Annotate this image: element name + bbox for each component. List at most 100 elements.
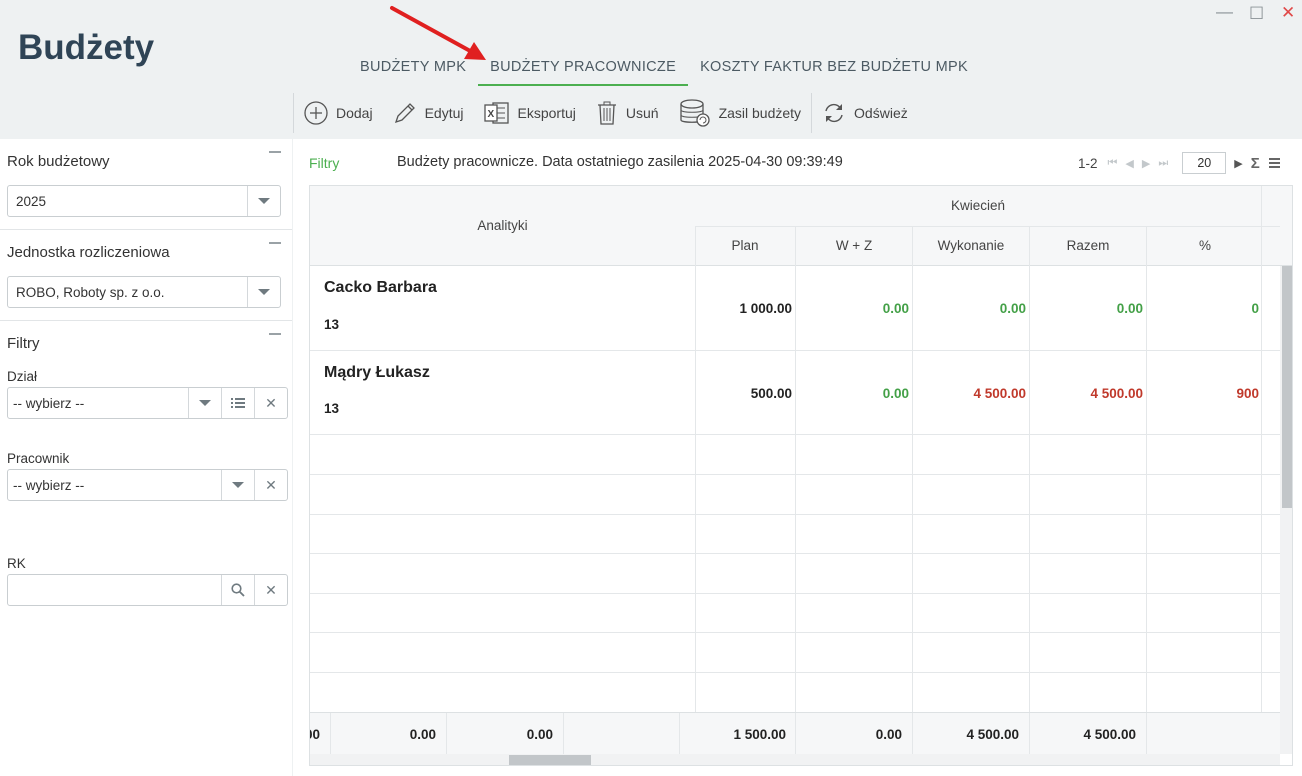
col-header-wz[interactable]: W + Z [796, 238, 912, 253]
dept-clear-button[interactable]: ✕ [254, 388, 287, 418]
col-header-plan[interactable]: Plan [695, 238, 795, 253]
collapse-unit-icon[interactable] [269, 242, 281, 244]
cell-plan: 1 000.00 [739, 301, 792, 316]
tab-koszty-faktur[interactable]: KOSZTY FAKTUR BEZ BUDŻETU MPK [688, 50, 980, 86]
horizontal-scrollbar[interactable] [310, 754, 1280, 765]
row-employee-name: Mądry Łukasz [324, 364, 430, 381]
table-row[interactable]: Cacko Barbara 13 1 000.00 0.00 0.00 0.00… [310, 266, 1280, 351]
sum-exec: 4 500.00 [966, 727, 1019, 742]
employee-select[interactable]: -- wybierz -- ✕ [7, 469, 288, 501]
col-line [563, 713, 564, 755]
rk-clear-button[interactable]: ✕ [254, 575, 287, 605]
empty-row-line [310, 474, 1280, 475]
filter-panel: Rok budżetowy 2025 Jednostka rozliczenio… [0, 139, 292, 776]
feed-budgets-button[interactable]: Zasil budżety [669, 93, 811, 133]
year-select[interactable]: 2025 [7, 185, 281, 217]
filters-link[interactable]: Filtry [309, 155, 339, 171]
rk-input[interactable]: ✕ [7, 574, 288, 606]
vertical-scrollbar-thumb[interactable] [1282, 266, 1292, 508]
page-size-arrow-icon[interactable]: ▶ [1234, 157, 1242, 170]
horizontal-scrollbar-thumb[interactable] [509, 755, 591, 765]
module-tabs: BUDŻETY MPK BUDŻETY PRACOWNICZE KOSZTY F… [348, 50, 980, 86]
section-divider [0, 229, 292, 230]
col-header-pct[interactable]: % [1147, 238, 1263, 253]
col-header-exec[interactable]: Wykonanie [913, 238, 1029, 253]
col-header-analytics[interactable]: Analityki [310, 218, 695, 233]
dept-dropdown-toggle[interactable] [188, 388, 221, 418]
year-dropdown-toggle[interactable] [247, 186, 280, 216]
cell-pct: 900 [1236, 386, 1259, 401]
prev-page-icon[interactable]: ◀ [1125, 157, 1133, 170]
year-select-value: 2025 [16, 194, 47, 209]
last-page-icon[interactable]: ⏭ [1158, 157, 1168, 170]
grid-title: Budżety pracownicze. Data ostatniego zas… [397, 154, 843, 170]
page-size-input[interactable]: 20 [1182, 152, 1227, 174]
dept-select-value: -- wybierz -- [13, 396, 85, 411]
feed-budgets-button-label: Zasil budżety [718, 105, 802, 121]
cell-total: 0.00 [1116, 301, 1143, 316]
col-line [1146, 713, 1147, 755]
maximize-icon[interactable]: ☐ [1249, 4, 1264, 24]
menu-icon[interactable] [1268, 156, 1280, 170]
cell-wz: 0.00 [882, 301, 909, 316]
chevron-down-icon [258, 198, 270, 204]
collapse-filters-icon[interactable] [269, 333, 281, 335]
cell-pct: 0 [1251, 301, 1259, 316]
edit-button[interactable]: Edytuj [383, 93, 474, 133]
list-icon [231, 398, 245, 408]
pager: 1-2 ⏮ ◀ ▶ ⏭ 20 ▶ Σ [1078, 151, 1280, 175]
sum-cell: 0.00 [409, 727, 436, 742]
cell-total: 4 500.00 [1090, 386, 1143, 401]
refresh-icon [825, 103, 843, 123]
cell-exec: 4 500.00 [973, 386, 1026, 401]
tab-budzety-mpk[interactable]: BUDŻETY MPK [348, 50, 478, 86]
delete-button-label: Usuń [625, 105, 659, 121]
sum-plan: 1 500.00 [733, 727, 786, 742]
refresh-button-label: Odśwież [854, 105, 908, 121]
unit-section-title: Jednostka rozliczeniowa [7, 244, 170, 261]
col-header-total[interactable]: Razem [1030, 238, 1146, 253]
cell-wz: 0.00 [882, 386, 909, 401]
row-employee-number: 13 [324, 317, 340, 332]
year-section-title: Rok budżetowy [7, 153, 110, 170]
sum-total: 4 500.00 [1083, 727, 1136, 742]
unit-select[interactable]: ROBO, Roboty sp. z o.o. [7, 276, 281, 308]
unit-select-value: ROBO, Roboty sp. z o.o. [16, 285, 165, 300]
employee-clear-button[interactable]: ✕ [254, 470, 287, 500]
cell-exec: 0.00 [999, 301, 1026, 316]
col-line [1261, 186, 1262, 712]
table-row[interactable]: Mądry Łukasz 13 500.00 0.00 4 500.00 4 5… [310, 351, 1280, 435]
tab-budzety-pracownicze[interactable]: BUDŻETY PRACOWNICZE [478, 50, 689, 86]
empty-row-line [310, 632, 1280, 633]
export-button[interactable]: X Eksportuj [474, 93, 586, 133]
sum-icon[interactable]: Σ [1251, 155, 1260, 172]
next-page-icon[interactable]: ▶ [1142, 157, 1150, 170]
add-button-label: Dodaj [336, 105, 373, 121]
collapse-year-icon[interactable] [269, 151, 281, 153]
filters-section-title: Filtry [7, 335, 40, 352]
dept-list-button[interactable] [221, 388, 254, 418]
sum-cell: 0.00 [526, 727, 553, 742]
employee-select-value: -- wybierz -- [13, 478, 85, 493]
rk-label: RK [7, 556, 26, 571]
main-panel: Filtry Budżety pracownicze. Data ostatni… [293, 139, 1302, 776]
vertical-scrollbar[interactable] [1280, 266, 1292, 754]
minimize-icon[interactable]: — [1216, 2, 1233, 22]
employee-dropdown-toggle[interactable] [221, 470, 254, 500]
edit-button-label: Edytuj [424, 105, 464, 121]
dept-select[interactable]: -- wybierz -- ✕ [7, 387, 288, 419]
row-employee-name: Cacko Barbara [324, 279, 437, 296]
refresh-button[interactable]: Odśwież [812, 93, 918, 133]
rk-search-button[interactable] [221, 575, 254, 605]
dept-label: Dział [7, 369, 38, 384]
sum-wz: 0.00 [875, 727, 902, 742]
chevron-down-icon [258, 289, 270, 295]
unit-dropdown-toggle[interactable] [247, 277, 280, 307]
delete-button[interactable]: Usuń [586, 93, 669, 133]
clear-icon: ✕ [265, 394, 277, 411]
first-page-icon[interactable]: ⏮ [1108, 157, 1118, 170]
chevron-down-icon [232, 482, 244, 488]
section-divider [0, 320, 292, 321]
close-icon[interactable]: ✕ [1281, 3, 1295, 23]
add-button[interactable]: Dodaj [294, 93, 383, 133]
